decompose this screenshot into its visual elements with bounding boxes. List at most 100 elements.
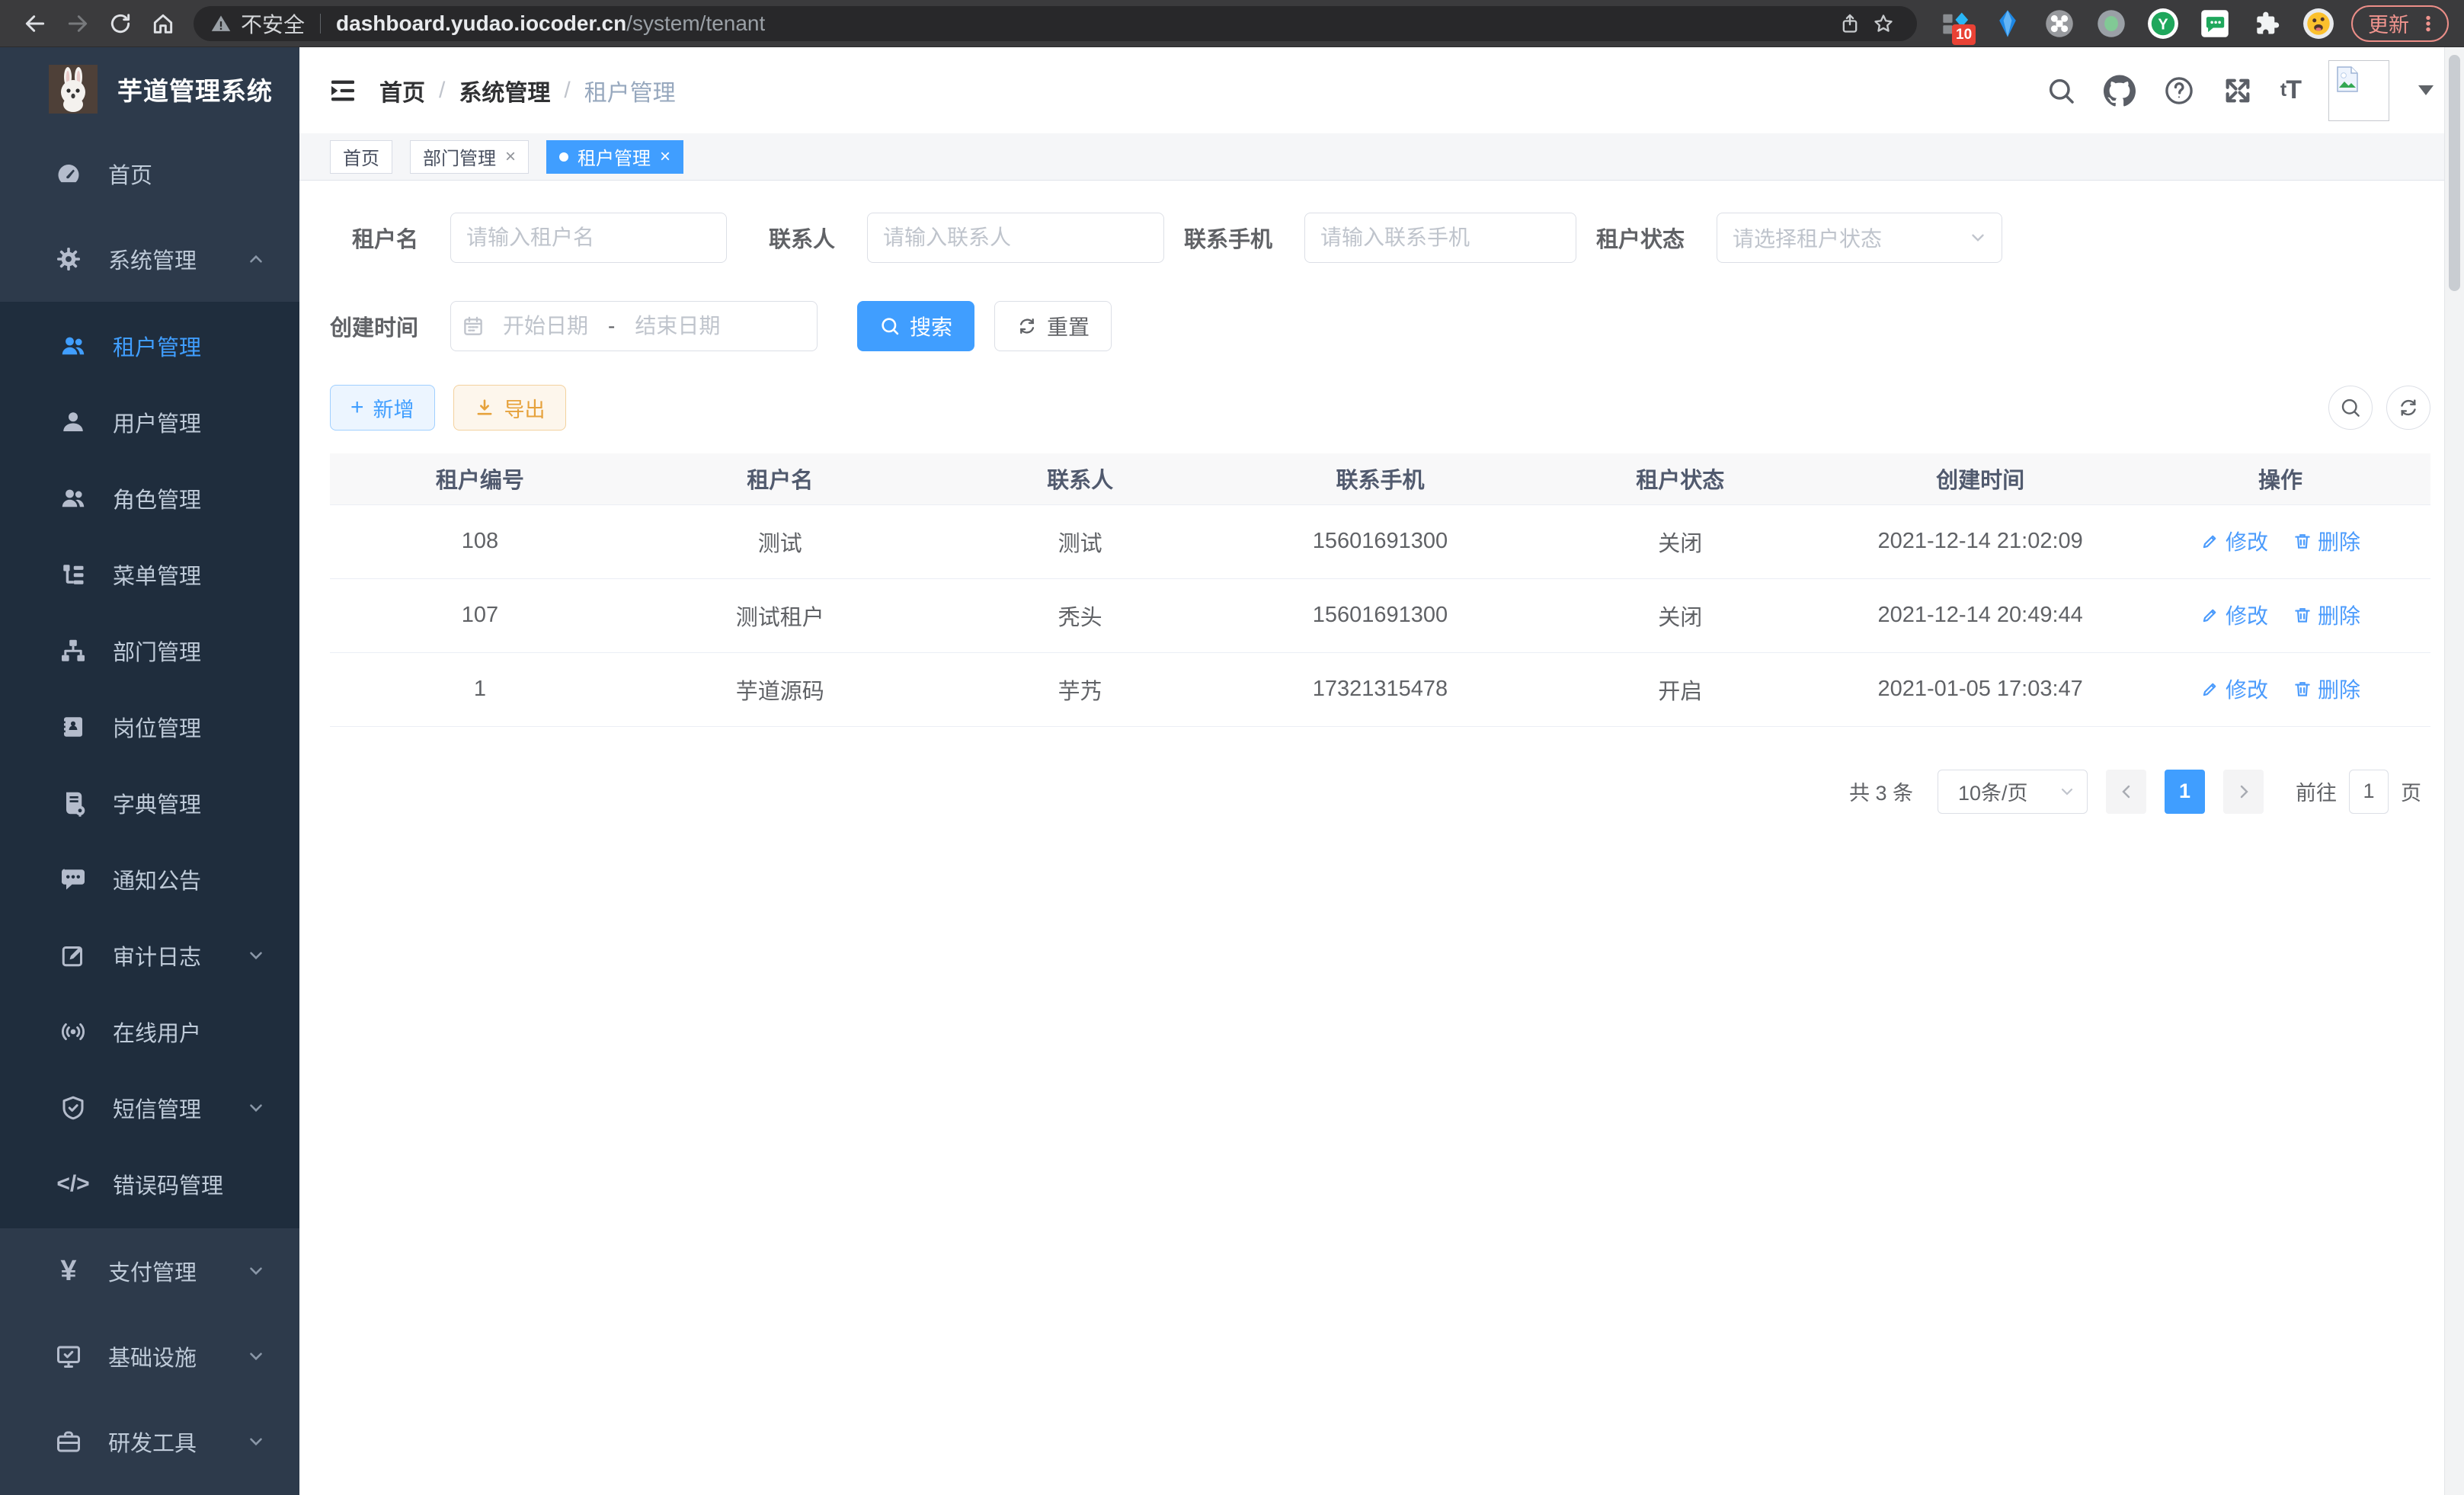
browser-back-button[interactable] <box>14 4 56 43</box>
audit-log-icon <box>58 940 88 971</box>
close-icon[interactable]: × <box>505 148 516 166</box>
delete-link[interactable]: 删除 <box>2293 674 2360 704</box>
breadcrumb-home[interactable]: 首页 <box>379 74 425 107</box>
tenant-name-input[interactable] <box>450 213 727 263</box>
reset-button-label: 重置 <box>1047 311 1090 341</box>
sidebar-item-dictionary[interactable]: 字典管理 <box>0 765 299 841</box>
reset-button[interactable]: 重置 <box>994 301 1112 351</box>
sidebar-item-menus[interactable]: 菜单管理 <box>0 536 299 613</box>
edit-link[interactable]: 修改 <box>2200 674 2268 704</box>
sidebar-item-label: 在线用户 <box>113 1016 201 1048</box>
tab-home[interactable]: 首页 <box>330 140 392 174</box>
plus-icon: + <box>350 396 364 419</box>
app-logo-row[interactable]: 芋道管理系统 <box>0 47 299 131</box>
sidebar-item-devtools[interactable]: 研发工具 <box>0 1399 299 1484</box>
page-size-select[interactable]: 10条/页 <box>1938 770 2088 814</box>
sidebar-item-roles[interactable]: 角色管理 <box>0 460 299 536</box>
header-search-button[interactable] <box>2046 75 2076 106</box>
delete-link[interactable]: 删除 <box>2293 600 2360 630</box>
refresh-table-button[interactable] <box>2386 386 2430 430</box>
pencil-icon <box>2200 531 2220 551</box>
next-page-button[interactable] <box>2223 770 2264 814</box>
sidebar-item-departments[interactable]: 部门管理 <box>0 613 299 689</box>
col-contact: 联系人 <box>930 453 1230 504</box>
page-scrollbar-track[interactable] <box>2444 47 2464 1495</box>
github-link-button[interactable] <box>2104 75 2136 107</box>
bookmark-button[interactable] <box>1867 4 1900 43</box>
export-button[interactable]: 导出 <box>453 385 566 431</box>
sidebar-item-users[interactable]: 用户管理 <box>0 384 299 460</box>
goto-page-input[interactable] <box>2349 770 2389 814</box>
extension-grid-icon[interactable]: 10 <box>1940 8 1972 40</box>
toggle-search-button[interactable] <box>2328 386 2373 430</box>
contact-input[interactable] <box>867 213 1164 263</box>
avatar-dropdown-caret[interactable] <box>2418 85 2434 95</box>
extension-yudao-icon[interactable]: Y <box>2147 8 2179 40</box>
status-select[interactable]: 请选择租户状态 <box>1717 213 2002 263</box>
sidebar-item-posts[interactable]: 岗位管理 <box>0 689 299 765</box>
prev-page-button[interactable] <box>2106 770 2146 814</box>
profile-avatar-icon[interactable] <box>2302 8 2334 40</box>
edit-link[interactable]: 修改 <box>2200 526 2268 556</box>
sidebar-item-label: 通知公告 <box>113 863 201 895</box>
sidebar-item-tenant[interactable]: 租户管理 <box>0 308 299 384</box>
browser-reload-button[interactable] <box>99 4 142 43</box>
chevron-down-icon <box>1968 228 1988 248</box>
browser-forward-button[interactable] <box>56 4 99 43</box>
cell-created: 2021-12-14 20:49:44 <box>1830 578 2130 652</box>
page-number-1[interactable]: 1 <box>2165 770 2205 814</box>
menu-tree-icon <box>58 559 88 590</box>
sidebar-item-sms[interactable]: 短信管理 <box>0 1070 299 1146</box>
extension-record-icon[interactable] <box>2095 8 2127 40</box>
tab-tenant[interactable]: 租户管理 × <box>546 140 683 174</box>
delete-link[interactable]: 删除 <box>2293 526 2360 556</box>
extension-chat-icon[interactable] <box>2199 8 2231 40</box>
tab-dept[interactable]: 部门管理 × <box>410 140 529 174</box>
edit-link[interactable]: 修改 <box>2200 600 2268 630</box>
github-icon <box>2104 75 2136 107</box>
page-scrollbar-thumb[interactable] <box>2449 55 2460 291</box>
sidebar-item-infrastructure[interactable]: 基础设施 <box>0 1314 299 1399</box>
cell-tenant-id: 1 <box>330 652 630 726</box>
fullscreen-icon <box>2222 75 2253 106</box>
page-size-value: 10条/页 <box>1958 776 2028 806</box>
sidebar-submenu-system: 租户管理 用户管理 角色管理 菜单管理 <box>0 302 299 1228</box>
browser-update-button[interactable]: 更新 <box>2351 5 2449 42</box>
sidebar-item-label: 研发工具 <box>108 1426 197 1458</box>
tab-label: 租户管理 <box>578 143 651 170</box>
sidebar-toggle-button[interactable] <box>328 75 358 106</box>
help-doc-button[interactable] <box>2163 75 2195 107</box>
pencil-icon <box>2200 605 2220 625</box>
navbar-actions: tT <box>2046 60 2434 121</box>
sidebar-item-audit-log[interactable]: 审计日志 <box>0 917 299 994</box>
security-label[interactable]: 不安全 <box>241 8 305 39</box>
end-date-input[interactable] <box>616 314 738 338</box>
address-bar[interactable]: 不安全 dashboard.yudao.iocoder.cn/system/te… <box>194 6 1917 41</box>
extensions-puzzle-icon[interactable] <box>2251 8 2283 40</box>
search-icon <box>2339 396 2362 419</box>
mobile-input[interactable] <box>1304 213 1576 263</box>
share-button[interactable] <box>1833 4 1867 43</box>
font-size-button[interactable]: tT <box>2280 75 2301 105</box>
sidebar-item-payment[interactable]: ¥ 支付管理 <box>0 1228 299 1314</box>
sidebar-item-announcements[interactable]: 通知公告 <box>0 841 299 917</box>
kebab-menu-icon[interactable] <box>2418 14 2438 34</box>
browser-home-button[interactable] <box>142 4 184 43</box>
extension-gem-icon[interactable] <box>1992 8 2024 40</box>
sidebar-item-home[interactable]: 首页 <box>0 131 299 216</box>
page-url[interactable]: dashboard.yudao.iocoder.cn/system/tenant <box>336 11 765 36</box>
role-users-icon <box>58 483 88 514</box>
sidebar-item-online-users[interactable]: 在线用户 <box>0 994 299 1070</box>
extension-command-icon[interactable] <box>2043 8 2075 40</box>
date-range-picker[interactable]: - <box>450 301 818 351</box>
add-button[interactable]: + 新增 <box>330 385 435 431</box>
close-icon[interactable]: × <box>660 148 670 166</box>
start-date-input[interactable] <box>485 314 606 338</box>
user-avatar[interactable] <box>2328 60 2389 121</box>
sidebar-item-system[interactable]: 系统管理 <box>0 216 299 302</box>
update-label: 更新 <box>2368 8 2409 38</box>
breadcrumb-system[interactable]: 系统管理 <box>459 74 550 107</box>
search-button[interactable]: 搜索 <box>857 301 974 351</box>
sidebar-item-error-codes[interactable]: </> 错误码管理 <box>0 1146 299 1222</box>
fullscreen-button[interactable] <box>2222 75 2253 106</box>
